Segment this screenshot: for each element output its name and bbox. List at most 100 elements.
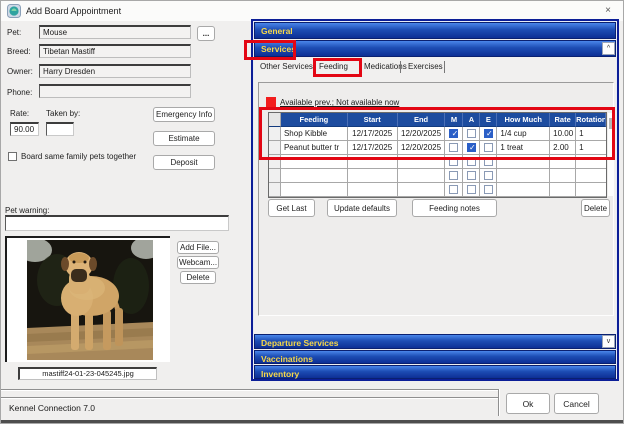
webcam-button[interactable]: Webcam... [177, 256, 219, 269]
cell-start[interactable]: 12/17/2025 [347, 127, 398, 141]
cell-rotation[interactable]: 1 [576, 141, 606, 155]
cell-how-much[interactable] [497, 183, 551, 197]
cell-start[interactable] [347, 169, 398, 183]
header-start: Start [347, 113, 398, 127]
cell-rate[interactable]: 2.00 [550, 141, 577, 155]
board-same-family-checkbox[interactable] [8, 152, 17, 161]
deposit-button[interactable]: Deposit [153, 155, 215, 170]
grid-scrollbar-thumb[interactable] [609, 118, 612, 129]
taken-by-field[interactable] [46, 122, 74, 136]
cell-feeding[interactable]: Peanut butter tr [280, 141, 348, 155]
cancel-button[interactable]: Cancel [554, 393, 599, 414]
get-last-button[interactable]: Get Last [268, 199, 315, 217]
owner-field[interactable]: Harry Dresden [39, 64, 191, 78]
row-selector[interactable] [269, 169, 281, 183]
table-row[interactable] [269, 183, 606, 197]
close-icon[interactable]: × [598, 3, 618, 19]
cell-how-much[interactable]: 1 treat [497, 141, 551, 155]
cell-rotation[interactable] [576, 169, 606, 183]
cell-how-much[interactable] [497, 169, 551, 183]
browse-pet-button[interactable]: ... [197, 26, 215, 41]
cell-end[interactable] [397, 169, 446, 183]
add-file-button[interactable]: Add File... [177, 241, 219, 254]
row-selector[interactable] [269, 183, 281, 197]
cell-feeding[interactable]: Shop Kibble [280, 127, 348, 141]
checkbox-afternoon[interactable] [466, 185, 476, 194]
cell-feeding[interactable] [280, 183, 348, 197]
table-row[interactable] [269, 169, 606, 183]
checkbox-evening[interactable] [483, 143, 493, 152]
checkbox-morning[interactable] [449, 143, 459, 152]
pet-label: Pet: [7, 28, 22, 37]
tab-feeding[interactable]: Feeding [319, 62, 348, 71]
pet-photo-frame [5, 236, 170, 362]
section-departure-services[interactable]: Departure Services [254, 334, 616, 349]
scroll-up-icon[interactable]: ^ [602, 42, 615, 55]
cell-rate[interactable] [550, 155, 577, 169]
emergency-info-button[interactable]: Emergency Info [153, 107, 215, 122]
checkbox-evening[interactable] [483, 157, 493, 166]
row-selector[interactable] [269, 155, 281, 169]
checkbox-evening[interactable] [483, 128, 494, 139]
pet-warning-field[interactable] [5, 215, 229, 231]
row-selector[interactable] [269, 127, 281, 141]
cell-rotation[interactable]: 1 [576, 127, 606, 141]
breed-field[interactable]: Tibetan Mastiff [39, 44, 191, 58]
delete-row-button[interactable]: Delete [581, 199, 610, 217]
cell-start[interactable]: 12/17/2025 [347, 141, 398, 155]
cell-how-much[interactable]: 1/4 cup [497, 127, 551, 141]
checkbox-afternoon[interactable] [466, 157, 476, 166]
table-row[interactable]: Shop Kibble 12/17/2025 12/20/2025 1/4 cu… [269, 127, 606, 141]
add-board-appointment-window: Add Board Appointment × Pet: Breed: Owne… [0, 0, 624, 424]
scroll-down-icon[interactable]: v [602, 335, 615, 348]
taken-by-label: Taken by: [46, 109, 81, 118]
cell-start[interactable] [347, 183, 398, 197]
table-row[interactable]: Peanut butter tr 12/17/2025 12/20/2025 1… [269, 141, 606, 155]
estimate-button[interactable]: Estimate [153, 131, 215, 146]
cell-end[interactable]: 12/20/2025 [397, 127, 446, 141]
checkbox-morning[interactable] [449, 157, 459, 166]
cell-rotation[interactable] [576, 183, 606, 197]
phone-field[interactable] [39, 84, 191, 98]
section-vaccinations[interactable]: Vaccinations [254, 350, 616, 364]
board-same-family-label: Board same family pets together [21, 152, 137, 161]
phone-label: Phone: [7, 88, 33, 97]
cell-rate[interactable]: 10.00 [550, 127, 577, 141]
cell-how-much[interactable] [497, 155, 551, 169]
section-general[interactable]: General [254, 22, 616, 39]
tab-exercises[interactable]: Exercises [408, 62, 443, 71]
header-a: A [463, 113, 481, 127]
checkbox-evening[interactable] [483, 171, 493, 180]
section-inventory[interactable]: Inventory [254, 365, 616, 379]
availability-legend-text: Available prev.; Not available now [280, 98, 400, 107]
pet-field[interactable]: Mouse [39, 25, 191, 39]
checkbox-morning[interactable] [449, 185, 459, 194]
tab-other-services[interactable]: Other Services [260, 62, 313, 71]
checkbox-afternoon[interactable] [466, 171, 476, 180]
ok-button[interactable]: Ok [506, 393, 550, 414]
header-e: E [480, 113, 498, 127]
table-row[interactable] [269, 155, 606, 169]
cell-end[interactable] [397, 183, 446, 197]
cell-end[interactable]: 12/20/2025 [397, 141, 446, 155]
header-m: M [445, 113, 464, 127]
update-defaults-button[interactable]: Update defaults [327, 199, 397, 217]
checkbox-morning[interactable] [449, 128, 459, 139]
feeding-notes-button[interactable]: Feeding notes [412, 199, 497, 217]
section-services[interactable]: Services [254, 40, 616, 57]
cell-feeding[interactable] [280, 169, 348, 183]
delete-photo-button[interactable]: Delete [180, 271, 216, 284]
rate-field[interactable]: 90.00 [10, 122, 39, 136]
checkbox-afternoon[interactable] [466, 142, 477, 153]
cell-rate[interactable] [550, 183, 577, 197]
cell-end[interactable] [397, 155, 446, 169]
cell-start[interactable] [347, 155, 398, 169]
checkbox-evening[interactable] [483, 185, 493, 194]
cell-feeding[interactable] [280, 155, 348, 169]
checkbox-morning[interactable] [449, 171, 459, 180]
checkbox-afternoon[interactable] [466, 129, 476, 138]
feeding-table-rows: Shop Kibble 12/17/2025 12/20/2025 1/4 cu… [269, 127, 606, 197]
row-selector[interactable] [269, 141, 281, 155]
cell-rotation[interactable] [576, 155, 606, 169]
cell-rate[interactable] [550, 169, 577, 183]
